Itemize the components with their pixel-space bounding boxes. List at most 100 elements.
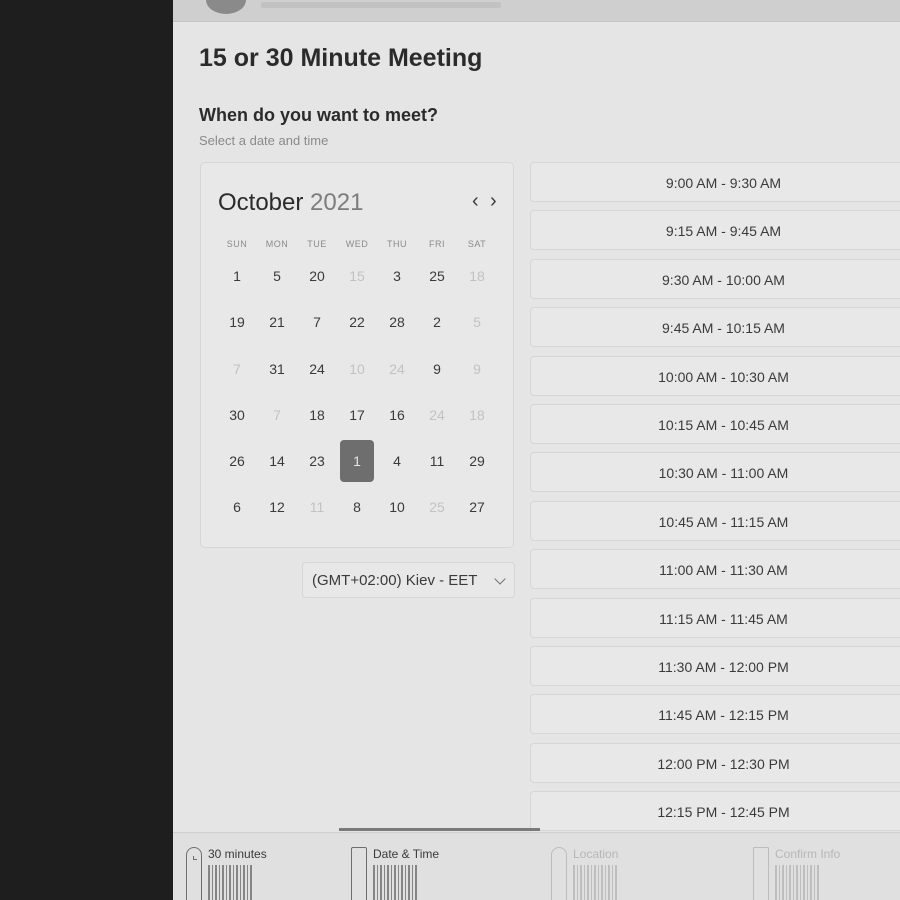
calendar-month-year: October 2021 — [218, 189, 363, 217]
time-slot-button[interactable]: 9:15 AM - 9:45 AM — [530, 210, 900, 251]
calendar-day[interactable]: 26 — [217, 440, 257, 482]
calendar-day[interactable]: 9 — [417, 348, 457, 390]
calendar-day[interactable]: 24 — [297, 348, 337, 390]
time-slot-button[interactable]: 10:45 AM - 11:15 AM — [530, 500, 900, 541]
time-slot-button[interactable]: 11:30 AM - 12:00 PM — [530, 646, 900, 686]
header-faded-text — [261, 2, 501, 8]
calendar-day[interactable]: 10 — [377, 486, 417, 528]
time-slot-button[interactable]: 10:00 AM - 10:30 AM — [530, 355, 900, 396]
time-slot-button[interactable]: 11:15 AM - 11:45 AM — [530, 597, 900, 638]
calendar-day[interactable]: 29 — [457, 440, 497, 482]
calendar-week-row: 7 31 24 10 24 9 9 — [217, 348, 497, 394]
next-month-button[interactable]: › — [490, 190, 497, 213]
calendar-day[interactable]: 12 — [257, 486, 297, 528]
time-slot-button[interactable]: 9:00 AM - 9:30 AM — [530, 162, 900, 202]
section-heading: When do you want to meet? — [199, 105, 438, 125]
calendar-day[interactable]: 8 — [337, 486, 377, 528]
booking-steps-bar: 30 minutes Date & Time Location Confirm Inf… — [173, 832, 900, 900]
calendar-week-row: 19 21 7 22 28 2 5 — [217, 301, 497, 347]
weekday-label: FRI — [429, 239, 445, 249]
weekday-label: SAT — [467, 239, 487, 249]
time-slot-button[interactable]: 12:00 PM - 12:30 PM — [530, 742, 900, 783]
step-location[interactable]: Location — [551, 843, 701, 900]
document-icon — [753, 847, 769, 900]
calendar-day: 18 — [469, 406, 485, 423]
time-slot-label: 11:45 AM - 12:15 PM — [658, 707, 789, 724]
calendar-day-selected[interactable]: 1 — [340, 440, 374, 483]
calendar-day[interactable]: 17 — [337, 394, 377, 436]
calendar-day[interactable]: 4 — [377, 440, 417, 482]
time-slot-label: 11:00 AM - 11:30 AM — [659, 562, 788, 579]
calendar-day[interactable]: 25 — [417, 255, 457, 297]
time-slot-button[interactable]: 11:45 AM - 12:15 PM — [530, 694, 900, 735]
calendar-day[interactable]: 6 — [217, 486, 257, 528]
time-slot-label: 11:30 AM - 12:00 PM — [658, 659, 789, 675]
calendar-day[interactable]: 23 — [297, 440, 337, 482]
time-slot-button[interactable]: 10:30 AM - 11:00 AM — [530, 452, 900, 493]
calendar-day[interactable]: 30 — [217, 394, 257, 436]
calendar-day[interactable]: 1 — [217, 255, 257, 297]
step-label: 30 minutes — [208, 847, 267, 861]
calendar-day[interactable]: 11 — [417, 440, 457, 482]
calendar-day: 25 — [429, 499, 445, 516]
time-slot-button[interactable]: 9:30 AM - 10:00 AM — [530, 258, 900, 299]
time-slot-button[interactable]: 12:15 PM - 12:45 PM — [530, 791, 900, 832]
time-slot-label: 12:00 PM - 12:30 PM — [657, 755, 790, 772]
calendar-day[interactable]: 20 — [297, 255, 337, 297]
calendar-week-row: 26 14 23 1 4 11 29 — [217, 440, 497, 486]
calendar-day[interactable]: 2 — [417, 301, 457, 343]
barcode-graphic — [208, 865, 254, 900]
calendar-day: 15 — [349, 268, 365, 284]
calendar-week-row: 30 7 18 17 16 24 18 — [217, 394, 497, 440]
previous-month-button[interactable]: ‹ — [472, 190, 479, 213]
barcode-graphic — [775, 865, 821, 900]
calendar-day[interactable]: 7 — [297, 301, 337, 343]
step-confirm-info[interactable]: Confirm Info — [753, 843, 900, 900]
calendar-day: 5 — [473, 314, 481, 331]
calendar-day[interactable]: 18 — [297, 394, 337, 436]
time-slot-button[interactable]: 11:00 AM - 11:30 AM — [530, 549, 900, 590]
barcode-graphic — [373, 865, 419, 900]
step-label: Confirm Info — [775, 847, 841, 861]
calendar-day[interactable]: 5 — [257, 255, 297, 297]
location-pin-icon — [551, 847, 567, 900]
clock-icon — [186, 847, 202, 900]
step-label: Date & Time — [373, 847, 440, 861]
chevron-down-icon — [494, 573, 506, 585]
calendar-icon — [351, 847, 367, 900]
calendar-day[interactable]: 19 — [217, 301, 257, 343]
calendar-day[interactable]: 22 — [337, 301, 377, 343]
calendar-day[interactable]: 3 — [377, 255, 417, 297]
calendar-day[interactable]: 21 — [257, 301, 297, 343]
calendar-day: 7 — [233, 360, 241, 377]
header-bar — [173, 0, 900, 22]
calendar-week-row: 1 5 20 15 3 25 18 — [217, 255, 497, 301]
weekday-label: WED — [345, 239, 369, 249]
calendar-day: 18 — [469, 268, 485, 284]
time-slot-button[interactable]: 10:15 AM - 10:45 AM — [530, 404, 900, 444]
avatar — [206, 0, 246, 14]
step-30-minutes[interactable]: 30 minutes — [186, 843, 336, 900]
calendar-day[interactable]: 14 — [257, 440, 297, 482]
calendar-day: 11 — [309, 499, 325, 516]
time-slot-label: 10:15 AM - 10:45 AM — [658, 417, 789, 433]
calendar-day[interactable]: 27 — [457, 486, 497, 528]
step-label: Location — [573, 847, 619, 861]
calendar-day[interactable]: 16 — [377, 394, 417, 436]
weekday-label: MON — [265, 239, 289, 249]
weekday-label: SUN — [226, 239, 248, 249]
calendar-week-row: 6 12 11 8 10 25 27 — [217, 486, 497, 532]
calendar-day: 7 — [273, 406, 281, 423]
time-slot-label: 10:00 AM - 10:30 AM — [658, 368, 789, 385]
step-progress-indicator — [339, 828, 540, 831]
time-slot-button[interactable]: 9:45 AM - 10:15 AM — [530, 307, 900, 348]
step-date-time[interactable]: Date & Time — [351, 843, 501, 900]
calendar-day: 24 — [389, 360, 405, 377]
calendar-day[interactable]: 28 — [377, 301, 417, 343]
time-slot-label: 10:45 AM - 11:15 AM — [658, 513, 789, 530]
calendar-day: 24 — [429, 406, 445, 423]
weekday-label: TUE — [307, 239, 327, 249]
timezone-select[interactable]: (GMT+02:00) Kiev - EET — [302, 562, 515, 598]
calendar-day[interactable]: 31 — [257, 348, 297, 390]
time-slot-label: 9:15 AM - 9:45 AM — [665, 223, 782, 240]
